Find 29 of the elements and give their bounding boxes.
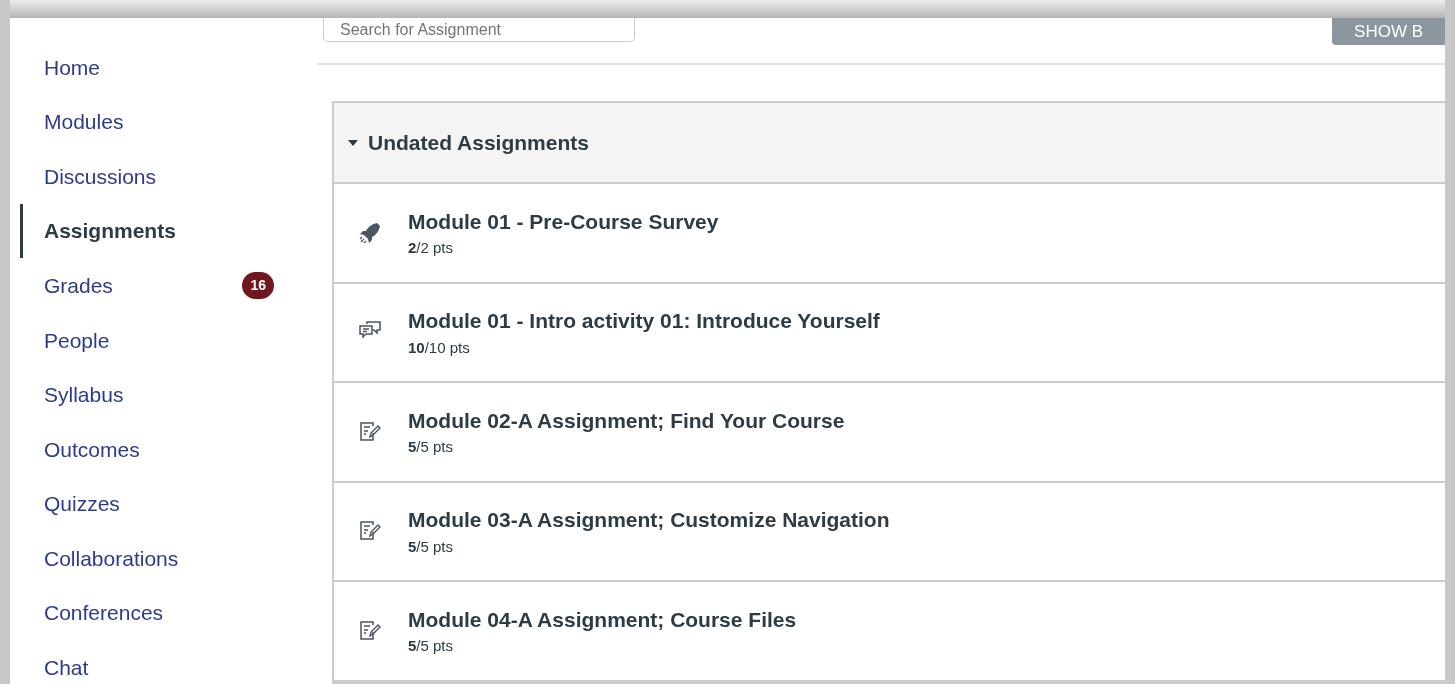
search-field[interactable]: Search for Assignment (323, 18, 635, 42)
points-text: 2/2 pts (408, 238, 455, 259)
assignment-link[interactable]: Module 02-A Assignment; Find Your Course (408, 404, 845, 437)
sidebar-item[interactable]: Outcomes (20, 422, 300, 477)
count-badge: 16 (242, 272, 274, 300)
sidebar-item[interactable]: Quizzes (20, 476, 300, 532)
assignment-link[interactable]: Module 04-A Assignment; Course Files (408, 603, 797, 636)
sidebar-item[interactable]: Assignments (20, 203, 300, 259)
points-text: 5/5 pts (408, 437, 455, 458)
document-pencil-icon (358, 618, 382, 643)
points-text: 5/5 pts (408, 536, 455, 557)
rocket-icon (358, 220, 382, 245)
sidebar-item[interactable]: People (20, 312, 300, 368)
sidebar-item[interactable]: Modules (20, 94, 300, 150)
document-pencil-icon (358, 419, 382, 444)
assignment-link[interactable]: Module 01 - Pre-Course Survey (408, 205, 719, 238)
assignment-link[interactable]: Module 01 - Intro activity 01: Introduce Yourself (408, 305, 880, 337)
points-text: 5/5 pts (408, 636, 455, 657)
sidebar-item[interactable]: Chat (20, 640, 300, 684)
group-header[interactable]: Undated Assignments (334, 103, 1445, 184)
sidebar-item[interactable]: Home (20, 40, 300, 95)
sidebar-item[interactable]: Collaborations (20, 531, 300, 586)
caret-icon (348, 138, 358, 147)
sidebar-item[interactable]: Conferences (20, 585, 300, 641)
assignment-link[interactable]: Module 03-A Assignment; Customize Navigation (408, 504, 890, 536)
sidebar-item[interactable]: Grades 16 (20, 258, 300, 313)
sidebar-item[interactable]: Syllabus (20, 367, 300, 423)
points-text: 10/10 pts (408, 337, 471, 358)
sidebar-item[interactable]: Discussions (20, 149, 300, 204)
